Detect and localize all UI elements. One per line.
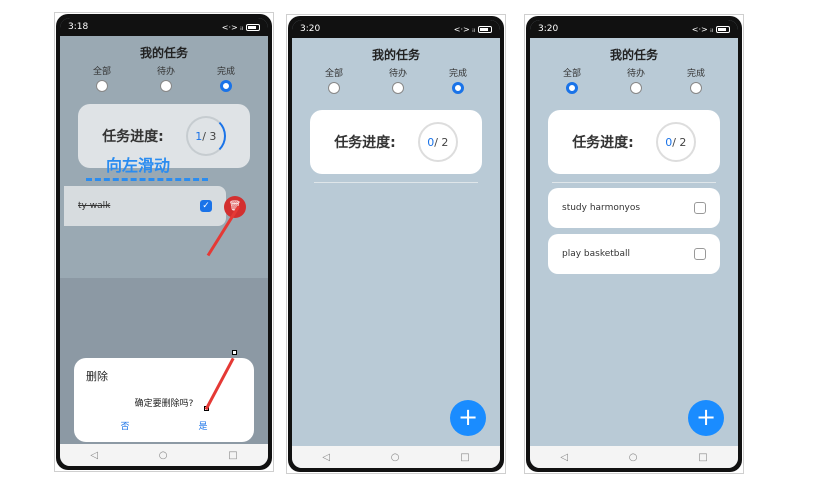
status-icons: <·> ᵢₗ: [692, 25, 730, 34]
task-label: study harmonyos: [562, 203, 641, 213]
navigation-bar: ◁ ○ □: [60, 444, 268, 466]
tab-all[interactable]: 全部: [314, 66, 354, 94]
phone-2: 3:20 <·> ᵢₗ 我的任务 全部 待办 完成 任务进度: 0/ 2 + ◁…: [288, 16, 504, 472]
radio-todo[interactable]: [392, 82, 404, 94]
progress-done: 0: [665, 135, 673, 149]
dialog-buttons: 否 是: [86, 419, 242, 432]
progress-ring: 0/ 2: [417, 122, 458, 162]
radio-all[interactable]: [328, 82, 340, 94]
tab-label: 待办: [626, 69, 645, 79]
phone-3: 3:20 <·> ᵢₗ 我的任务 全部 待办 完成 任务进度: 0/ 2 stu…: [526, 16, 742, 472]
progress-done: 1: [195, 129, 203, 143]
navigation-bar: ◁ ○ □: [292, 446, 500, 468]
recent-apps-icon[interactable]: □: [460, 452, 469, 463]
plus-icon: +: [695, 403, 717, 431]
progress-label: 任务进度:: [102, 129, 164, 145]
recent-apps-icon[interactable]: □: [698, 452, 707, 463]
cancel-button[interactable]: 否: [120, 419, 129, 432]
tab-label: 完成: [216, 67, 235, 77]
time: 3:20: [538, 24, 559, 34]
navigation-bar: ◁ ○ □: [530, 446, 738, 468]
radio-done[interactable]: [220, 80, 232, 92]
task-item[interactable]: play basketball: [548, 234, 720, 274]
tab-todo[interactable]: 待办: [378, 66, 418, 94]
back-icon[interactable]: ◁: [90, 450, 98, 461]
phone-1: 3:18 <·> ᵢₗ 我的任务 全部 待办 完成 任务进度: 1/ 3 向左滑…: [56, 14, 272, 470]
battery-icon: [716, 25, 730, 33]
radio-all[interactable]: [96, 80, 108, 92]
page-title: 我的任务: [371, 48, 420, 62]
task-checkbox[interactable]: [694, 248, 706, 260]
tab-label: 全部: [562, 69, 581, 79]
signal-icon: <·> ᵢₗ: [453, 24, 475, 34]
page-title: 我的任务: [609, 48, 658, 62]
task-label: ty walk: [78, 201, 111, 211]
tab-label: 全部: [324, 69, 343, 79]
task-item-swiped[interactable]: ty walk ✓: [64, 186, 226, 226]
tab-label: 完成: [448, 69, 467, 79]
status-icons: <·> ᵢₗ: [222, 23, 260, 32]
recent-apps-icon[interactable]: □: [228, 450, 237, 461]
radio-todo[interactable]: [630, 82, 642, 94]
divider: [552, 182, 716, 183]
tab-done[interactable]: 完成: [676, 66, 716, 94]
radio-done[interactable]: [690, 82, 702, 94]
task-checkbox[interactable]: ✓: [200, 200, 212, 212]
task-item[interactable]: study harmonyos: [548, 188, 720, 228]
home-icon[interactable]: ○: [391, 452, 400, 463]
battery-icon: [246, 23, 260, 31]
screen-1: 3:18 <·> ᵢₗ 我的任务 全部 待办 完成 任务进度: 1/ 3 向左滑…: [60, 18, 268, 466]
status-icons: <·> ᵢₗ: [454, 25, 492, 34]
tab-label: 全部: [92, 67, 111, 77]
tab-all[interactable]: 全部: [552, 66, 592, 94]
task-checkbox[interactable]: [694, 202, 706, 214]
progress-total: / 2: [434, 135, 449, 149]
radio-all[interactable]: [566, 82, 578, 94]
signal-icon: <·> ᵢₗ: [691, 24, 713, 34]
add-task-button[interactable]: +: [450, 400, 486, 436]
home-icon[interactable]: ○: [629, 452, 638, 463]
progress-label: 任务进度:: [572, 135, 634, 151]
plus-icon: +: [457, 403, 479, 431]
progress-total: / 3: [202, 129, 217, 143]
tab-label: 待办: [388, 69, 407, 79]
status-bar: 3:18 <·> ᵢₗ: [60, 18, 268, 36]
swipe-hint: 向左滑动: [106, 156, 171, 175]
tab-todo[interactable]: 待办: [146, 64, 186, 92]
add-task-button[interactable]: +: [688, 400, 724, 436]
tab-done[interactable]: 完成: [206, 64, 246, 92]
radio-done[interactable]: [452, 82, 464, 94]
tab-done[interactable]: 完成: [438, 66, 478, 94]
progress-card: 任务进度: 0/ 2: [548, 110, 720, 174]
tab-label: 完成: [686, 69, 705, 79]
status-bar: 3:20 <·> ᵢₗ: [292, 20, 500, 38]
status-bar: 3:20 <·> ᵢₗ: [530, 20, 738, 38]
progress-ring: 0/ 2: [655, 122, 696, 162]
time: 3:20: [300, 24, 321, 34]
tab-all[interactable]: 全部: [82, 64, 122, 92]
progress-label: 任务进度:: [334, 135, 396, 151]
dialog-message: 确定要删除吗?: [134, 399, 194, 409]
confirm-button[interactable]: 是: [198, 419, 207, 432]
progress-ring: 1/ 3: [185, 116, 226, 156]
radio-todo[interactable]: [160, 80, 172, 92]
time: 3:18: [68, 22, 89, 32]
signal-icon: <·> ᵢₗ: [221, 22, 243, 32]
progress-total: / 2: [672, 135, 687, 149]
divider: [314, 182, 478, 183]
progress-done: 0: [427, 135, 435, 149]
back-icon[interactable]: ◁: [560, 452, 568, 463]
home-icon[interactable]: ○: [159, 450, 168, 461]
task-label: play basketball: [562, 249, 631, 259]
swipe-arrow: [86, 178, 208, 181]
back-icon[interactable]: ◁: [322, 452, 330, 463]
screen-2: 3:20 <·> ᵢₗ 我的任务 全部 待办 完成 任务进度: 0/ 2 + ◁…: [292, 20, 500, 468]
progress-card: 任务进度: 0/ 2: [310, 110, 482, 174]
screen-3: 3:20 <·> ᵢₗ 我的任务 全部 待办 完成 任务进度: 0/ 2 stu…: [530, 20, 738, 468]
page-title: 我的任务: [139, 46, 188, 60]
battery-icon: [478, 25, 492, 33]
tab-label: 待办: [156, 67, 175, 77]
tab-todo[interactable]: 待办: [616, 66, 656, 94]
tap-marker-top: [232, 350, 237, 355]
